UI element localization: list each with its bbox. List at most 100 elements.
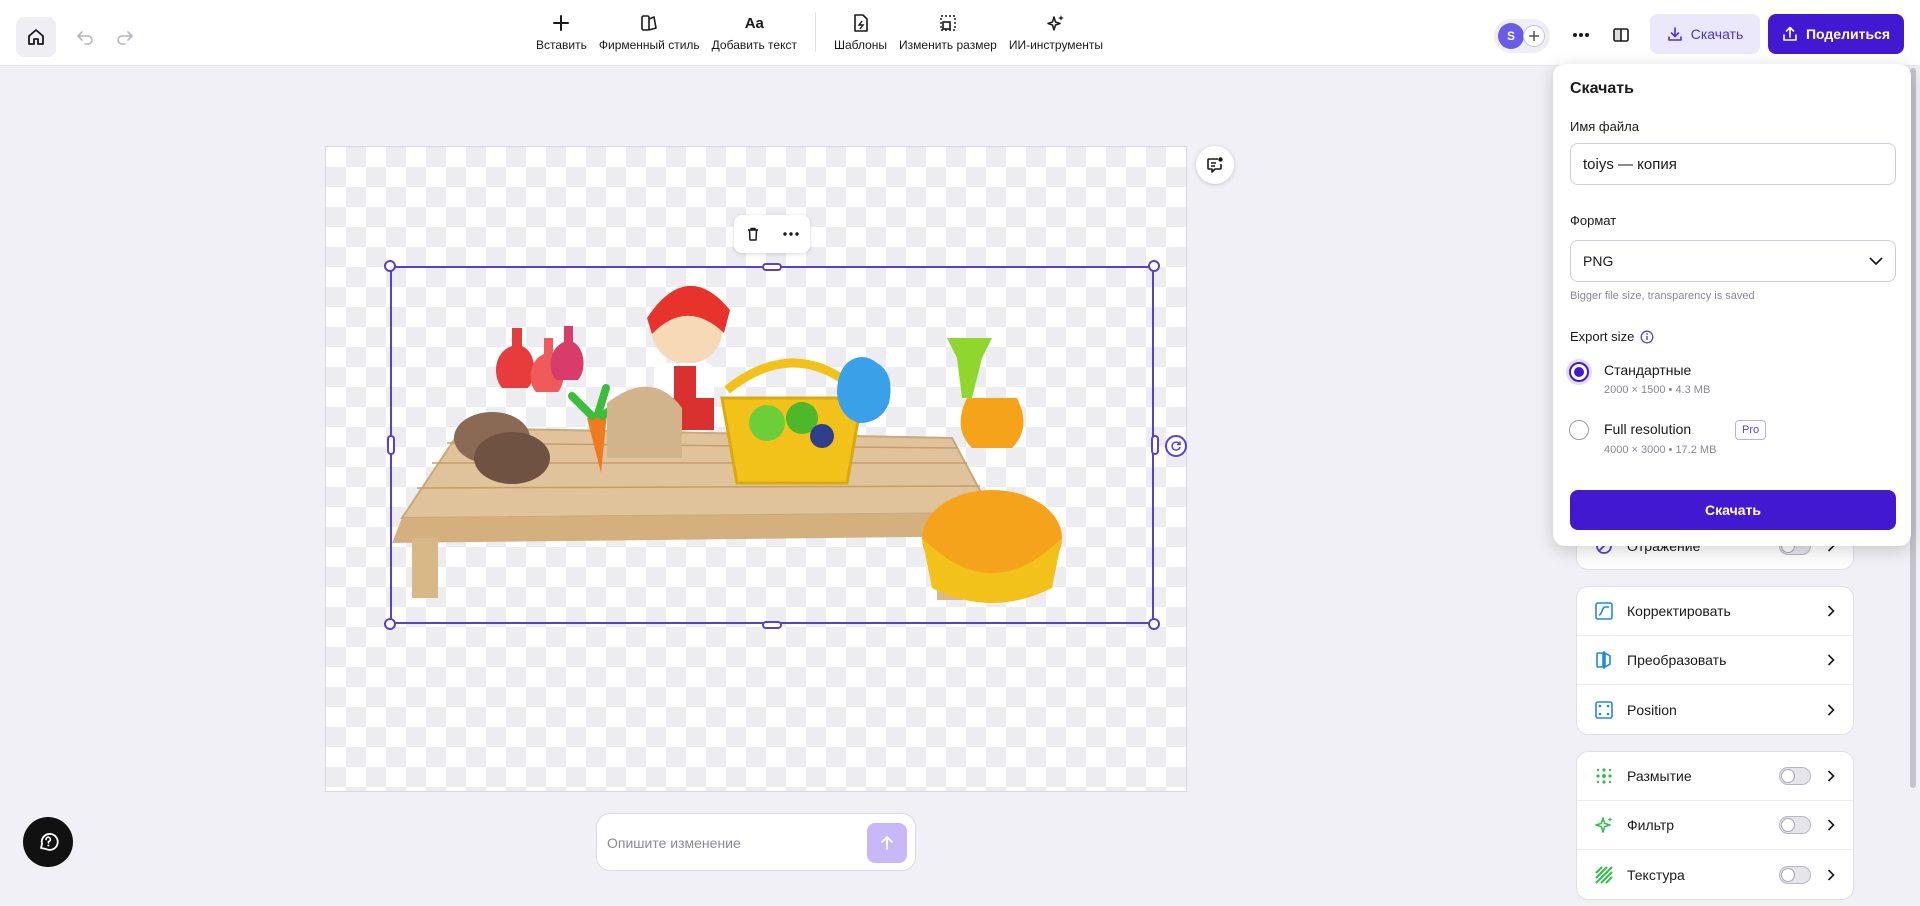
texture-toggle[interactable] — [1779, 865, 1811, 884]
resize-handle-top-right[interactable] — [1148, 260, 1160, 272]
info-icon[interactable] — [1640, 330, 1654, 344]
filter-toggle[interactable] — [1779, 816, 1811, 834]
download-button[interactable]: Скачать — [1650, 14, 1760, 54]
templates-icon — [853, 14, 868, 32]
resize-handle-bottom-left[interactable] — [384, 618, 396, 630]
transform-icon — [1593, 649, 1615, 671]
selection-toolbar — [734, 215, 810, 253]
brand-style-icon — [641, 15, 658, 31]
panel-row-label: Размытие — [1627, 768, 1692, 784]
ai-tools-tool-label: ИИ-инструменты — [1008, 38, 1103, 52]
toolbar-divider — [814, 12, 816, 52]
more-horizontal-icon — [783, 232, 799, 236]
undo-button[interactable] — [70, 22, 100, 52]
resize-handle-right[interactable] — [1151, 435, 1159, 455]
undo-icon — [77, 31, 93, 45]
chevron-right-icon — [1825, 605, 1837, 617]
blur-toggle[interactable] — [1779, 767, 1811, 785]
top-toolbar: Вставить Фирменный стиль Aa Добавить тек… — [0, 0, 1920, 66]
redo-icon — [117, 31, 133, 45]
selection-more-button[interactable] — [783, 232, 799, 236]
collaborators: S — [1494, 19, 1550, 53]
resize-handle-bottom-right[interactable] — [1148, 618, 1160, 630]
resize-handle-left[interactable] — [387, 435, 395, 455]
add-collaborator-button[interactable] — [1523, 25, 1545, 47]
panel-row-label: Текстура — [1627, 866, 1685, 883]
panel-row-texture[interactable]: Текстура — [1577, 850, 1853, 899]
more-options-button[interactable] — [1568, 22, 1594, 48]
brand-style-tool-label: Фирменный стиль — [598, 38, 700, 52]
compare-button[interactable] — [1606, 20, 1636, 50]
resize-handle-top[interactable] — [762, 263, 782, 271]
format-hint: Bigger file size, transparency is saved — [1570, 290, 1755, 302]
delete-button[interactable] — [745, 226, 761, 242]
resize-handle-bottom[interactable] — [762, 621, 782, 629]
panel-row-position[interactable]: Position — [1577, 685, 1853, 734]
position-icon — [1593, 699, 1615, 721]
edit-prompt-box — [596, 813, 916, 871]
filename-field[interactable] — [1571, 144, 1895, 184]
chevron-right-icon — [1825, 703, 1837, 716]
comment-icon — [1207, 157, 1223, 173]
comment-button[interactable] — [1196, 146, 1234, 184]
share-button-label: Поделиться — [1805, 26, 1891, 42]
filter-icon — [1593, 814, 1615, 836]
brand-style-tool[interactable]: Фирменный стиль — [593, 12, 706, 52]
send-button[interactable] — [867, 823, 907, 863]
popover-title: Скачать — [1570, 80, 1634, 97]
ai-tools-tool[interactable]: ИИ-инструменты — [1003, 12, 1109, 52]
format-select[interactable]: PNG — [1570, 240, 1896, 282]
insert-tool[interactable]: Вставить — [530, 12, 593, 52]
rotate-handle[interactable] — [1165, 435, 1187, 457]
pro-badge: Pro — [1735, 420, 1767, 440]
download-icon — [1667, 27, 1682, 41]
filename-field-wrapper — [1570, 143, 1896, 185]
export-size-full-subtitle: 4000 × 3000 • 17.2 MB — [1604, 444, 1717, 456]
chevron-down-icon — [1869, 257, 1883, 265]
panel-row-adjust[interactable]: Корректировать — [1577, 587, 1853, 636]
chevron-right-icon — [1825, 654, 1837, 666]
edit-prompt-input[interactable] — [607, 830, 857, 856]
more-horizontal-icon — [1573, 33, 1589, 37]
panel-row-transform[interactable]: Преобразовать — [1577, 636, 1853, 685]
chevron-right-icon — [1825, 868, 1837, 881]
insert-tool-label: Вставить — [536, 38, 587, 52]
templates-tool[interactable]: Шаблоны — [828, 12, 893, 52]
export-size-label: Export size — [1570, 329, 1635, 344]
texture-icon — [1593, 864, 1615, 886]
redo-button[interactable] — [110, 22, 140, 52]
resize-handle-top-left[interactable] — [384, 260, 396, 272]
format-select-value: PNG — [1583, 253, 1614, 269]
main-tools: Вставить Фирменный стиль Aa Добавить тек… — [530, 12, 1109, 58]
add-text-tool-label: Добавить текст — [711, 38, 797, 52]
templates-tool-label: Шаблоны — [833, 38, 888, 52]
export-size-label-row: Export size — [1570, 329, 1654, 344]
blur-icon — [1593, 765, 1615, 787]
arrow-up-icon — [881, 836, 893, 850]
resize-tool[interactable]: Изменить размер — [893, 12, 1003, 52]
trash-icon — [748, 227, 758, 241]
add-text-tool[interactable]: Aa Добавить текст — [706, 12, 803, 53]
panel-row-label: Position — [1627, 701, 1677, 718]
export-size-full-radio[interactable] — [1569, 420, 1589, 440]
share-button[interactable]: Поделиться — [1768, 14, 1904, 54]
popover-download-button[interactable]: Скачать — [1570, 490, 1896, 530]
panel-row-label: Фильтр — [1627, 817, 1675, 833]
home-button[interactable] — [16, 17, 56, 57]
panel-row-filter[interactable]: Фильтр — [1577, 801, 1853, 850]
chevron-right-icon — [1825, 770, 1837, 782]
export-size-standard-radio[interactable] — [1569, 362, 1589, 382]
export-size-full-title: Full resolution — [1604, 421, 1692, 437]
format-label: Формат — [1570, 213, 1617, 228]
avatar[interactable]: S — [1498, 23, 1524, 49]
selection-box[interactable] — [390, 266, 1154, 624]
share-icon — [1783, 26, 1797, 41]
panel-row-label: Корректировать — [1627, 603, 1731, 619]
text-icon: Aa — [744, 14, 764, 32]
ai-sparkle-icon — [1047, 15, 1064, 31]
panel-row-blur[interactable]: Размытие — [1577, 752, 1853, 801]
adjust-icon — [1593, 600, 1615, 622]
help-button[interactable] — [23, 817, 73, 867]
rotate-icon — [1171, 441, 1181, 451]
compare-icon — [1613, 28, 1629, 42]
